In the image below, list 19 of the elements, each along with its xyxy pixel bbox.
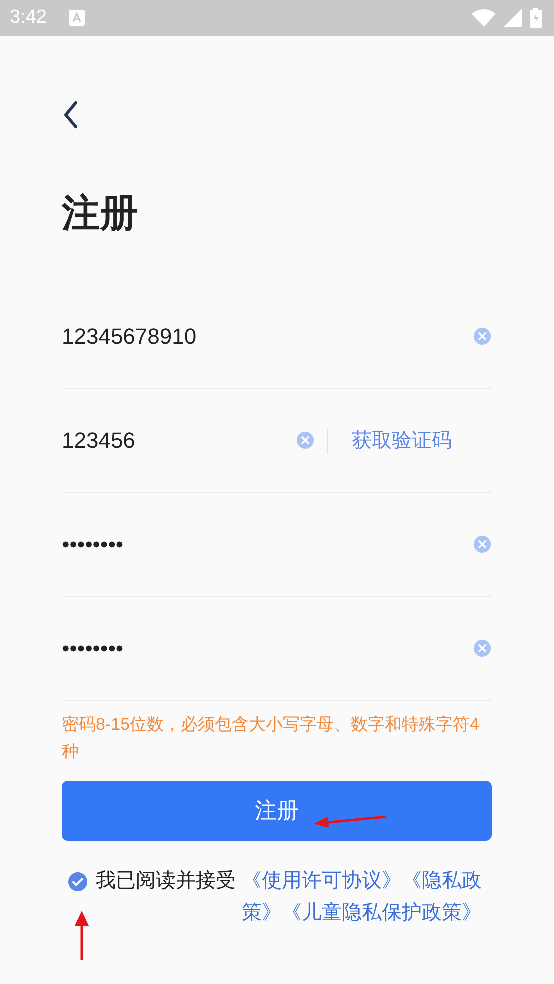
clear-icon[interactable] [473, 639, 492, 658]
input-field[interactable]: •••••••• [62, 636, 473, 662]
input-field[interactable]: 123456 [62, 428, 296, 454]
policy-links[interactable]: 《使用许可协议》《隐私政策》《儿童隐私保护政策》 [242, 865, 492, 929]
agreement-label: 我已阅读并接受 [96, 869, 236, 894]
clear-icon[interactable] [296, 431, 315, 450]
input-field[interactable]: •••••••• [62, 532, 473, 558]
clear-icon[interactable] [473, 327, 492, 346]
signal-icon [504, 9, 522, 27]
wifi-icon [472, 9, 496, 27]
annotation-arrow [72, 910, 92, 962]
password-hint: 密码8-15位数，必须包含大小写字母、数字和特殊字符4种 [62, 714, 480, 763]
register-button[interactable]: 注册 [62, 781, 492, 841]
clear-icon[interactable] [473, 535, 492, 554]
page-title: 注册 [62, 192, 139, 237]
checkbox[interactable] [68, 872, 88, 892]
notification-icon [68, 10, 85, 26]
battery-icon [530, 8, 542, 28]
input-field[interactable]: 12345678910 [62, 324, 473, 350]
